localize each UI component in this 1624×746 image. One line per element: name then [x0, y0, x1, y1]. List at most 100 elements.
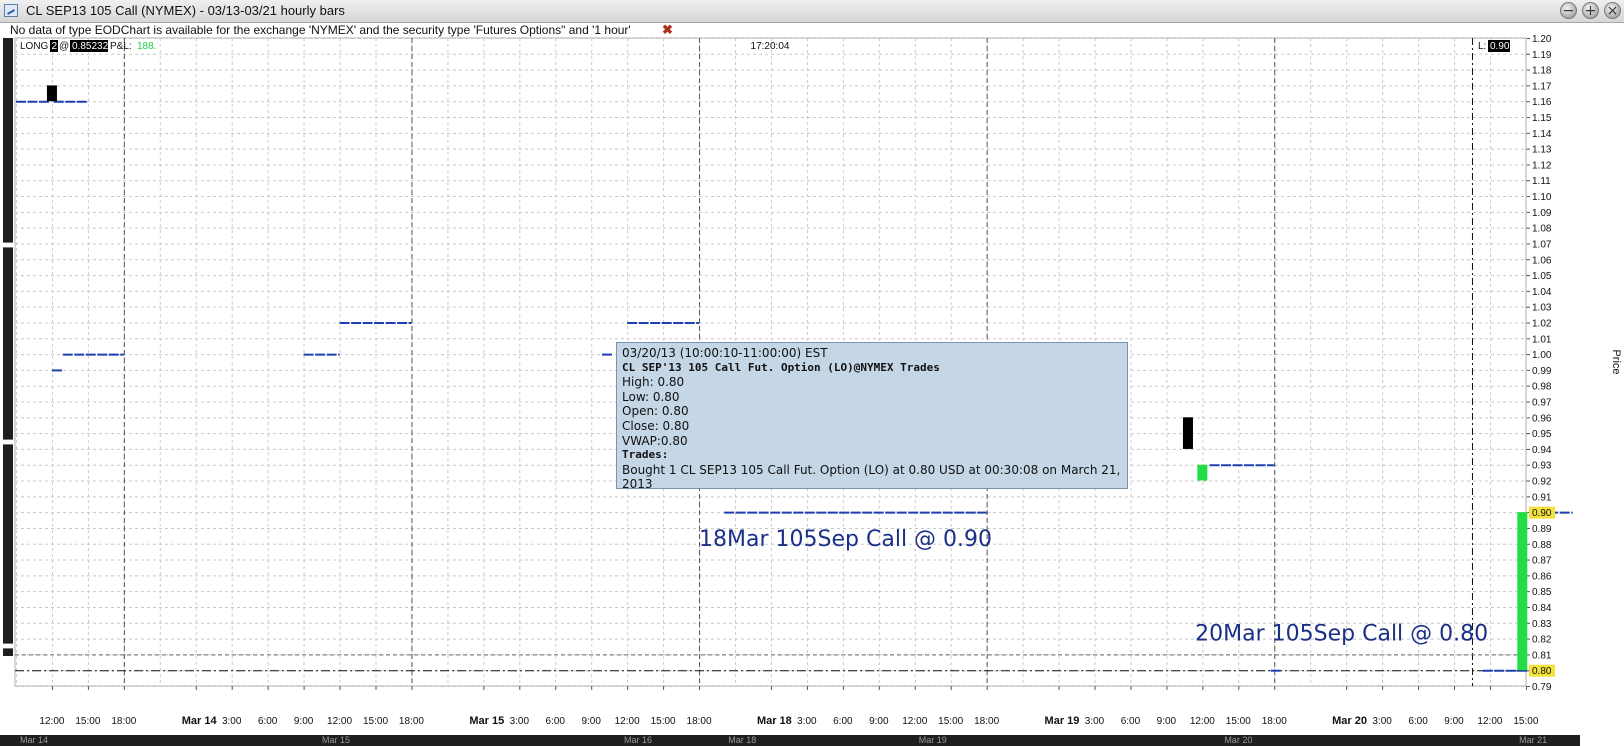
x-hour-label: 9:00: [581, 716, 601, 727]
x-day-label: Mar 18: [757, 715, 792, 727]
position-at: @: [59, 41, 69, 52]
x-hour-label: 3:00: [1085, 716, 1105, 727]
tooltip-time: 03/20/13 (10:00:10-11:00:00) EST: [622, 346, 828, 360]
x-hour-label: 18:00: [1262, 716, 1287, 727]
x-hour-label: 6:00: [1121, 716, 1141, 727]
x-hour-label: 15:00: [651, 716, 676, 727]
x-day-label: Mar 20: [1332, 715, 1367, 727]
x-hour-label: 9:00: [294, 716, 314, 727]
x-hour-label: 15:00: [363, 716, 388, 727]
y-tick-label: 0.79: [1532, 682, 1552, 693]
y-tick-label: 1.13: [1532, 145, 1552, 156]
chart-zoom-rail[interactable]: [3, 38, 13, 656]
rail-handle-top[interactable]: [3, 242, 13, 248]
y-tick-label: 0.95: [1532, 429, 1552, 440]
scrollbar-date-label: Mar 20: [1224, 735, 1253, 745]
y-tick-label: 1.03: [1532, 303, 1552, 314]
y-tick-label: 0.83: [1532, 619, 1552, 630]
avg-price: 0.85232: [72, 41, 109, 52]
x-day-label: Mar 15: [469, 715, 504, 727]
x-hour-label: 9:00: [1444, 716, 1464, 727]
y-tick-label: 0.98: [1532, 382, 1552, 393]
x-hour-label: 6:00: [258, 716, 278, 727]
x-hour-label: 18:00: [111, 716, 136, 727]
x-hour-label: 6:00: [546, 716, 566, 727]
y-tick-label: 1.09: [1532, 208, 1552, 219]
tooltip-instrument: CL SEP'13 105 Call Fut. Option (LO)@NYME…: [622, 360, 940, 374]
candle-bar[interactable]: [1182, 417, 1193, 449]
tooltip-low: Low: 0.80: [622, 389, 680, 404]
x-hour-label: 6:00: [833, 716, 853, 727]
trade-annotation: 18Mar 105Sep Call @ 0.90: [699, 527, 992, 552]
x-hour-label: 18:00: [687, 716, 712, 727]
y-tick-label: 0.82: [1532, 635, 1552, 646]
y-axis-title: Price: [1610, 349, 1622, 374]
last-value: 0.90: [1490, 41, 1510, 52]
position-side: LONG: [20, 41, 49, 52]
y-tick-label: 0.97: [1532, 398, 1552, 409]
y-tick-label: 1.14: [1532, 129, 1552, 140]
y-tick-label: 1.10: [1532, 192, 1552, 203]
x-hour-label: 9:00: [1157, 716, 1177, 727]
candle-bar[interactable]: [46, 85, 57, 102]
y-tick-label: 0.84: [1532, 603, 1552, 614]
x-hour-label: 18:00: [399, 716, 424, 727]
position-qty: 2: [52, 41, 58, 52]
y-tick-label: 1.12: [1532, 160, 1552, 171]
x-hour-label: 12:00: [39, 716, 64, 727]
y-tick-label: 1.11: [1532, 176, 1551, 187]
x-hour-label: 3:00: [510, 716, 530, 727]
tooltip-high: High: 0.80: [622, 375, 685, 390]
y-tick-label: 0.93: [1532, 461, 1552, 472]
y-tick-label: 1.07: [1532, 239, 1552, 250]
x-hour-label: 12:00: [615, 716, 640, 727]
scrollbar-date-label: Mar 18: [728, 735, 757, 745]
y-tick-label: 0.88: [1532, 540, 1552, 551]
x-hour-label: 3:00: [797, 716, 817, 727]
last-label: L:: [1478, 41, 1486, 52]
y-tick-label: 0.92: [1532, 477, 1552, 488]
price-badge-label: 0.90: [1532, 508, 1552, 519]
x-hour-label: 9:00: [869, 716, 889, 727]
y-tick-label: 1.18: [1532, 66, 1552, 77]
tooltip-trade: Bought 1 CL SEP13 105 Call Fut. Option (…: [622, 462, 1121, 492]
trade-annotation: 20Mar 105Sep Call @ 0.80: [1195, 622, 1488, 647]
tooltip-vwap: VWAP:0.80: [622, 433, 688, 448]
time-scrollbar[interactable]: [0, 735, 1580, 746]
rail-handle-middle[interactable]: [3, 439, 13, 445]
y-tick-label: 1.17: [1532, 81, 1552, 92]
x-hour-label: 12:00: [327, 716, 352, 727]
y-tick-label: 0.99: [1532, 366, 1552, 377]
bar-tooltip: 03/20/13 (10:00:10-11:00:00) EST CL SEP'…: [616, 342, 1128, 492]
y-tick-label: 1.08: [1532, 224, 1552, 235]
x-hour-label: 15:00: [938, 716, 963, 727]
x-day-label: Mar 14: [182, 715, 218, 727]
y-tick-label: 1.15: [1532, 113, 1552, 124]
y-tick-label: 0.96: [1532, 413, 1552, 424]
tooltip-trades-label: Trades:: [622, 448, 669, 462]
y-tick-label: 1.05: [1532, 271, 1552, 282]
y-tick-label: 0.85: [1532, 587, 1552, 598]
y-tick-label: 1.02: [1532, 318, 1552, 329]
y-tick-label: 1.00: [1532, 350, 1552, 361]
candle-bar[interactable]: [1197, 464, 1208, 481]
x-hour-label: 3:00: [1372, 716, 1392, 727]
y-tick-label: 0.86: [1532, 571, 1552, 582]
y-tick-label: 1.16: [1532, 97, 1552, 108]
y-tick-label: 1.06: [1532, 255, 1552, 266]
pnl-label: P&L:: [110, 41, 132, 52]
scrollbar-date-label: Mar 21: [1519, 735, 1548, 745]
y-tick-label: 0.94: [1532, 445, 1552, 456]
y-tick-label: 1.20: [1532, 34, 1552, 45]
x-hour-label: 12:00: [902, 716, 927, 727]
candle-bar[interactable]: [1517, 512, 1528, 671]
y-tick-label: 0.91: [1532, 492, 1552, 503]
y-tick-label: 0.81: [1532, 650, 1552, 661]
scrollbar-date-label: Mar 19: [918, 735, 947, 745]
x-hour-label: 15:00: [1226, 716, 1251, 727]
x-hour-label: 15:00: [75, 716, 100, 727]
y-tick-label: 1.19: [1532, 50, 1552, 61]
scrollbar-date-label: Mar 15: [321, 735, 350, 745]
x-hour-label: 6:00: [1408, 716, 1428, 727]
rail-handle-bottom[interactable]: [3, 643, 13, 649]
